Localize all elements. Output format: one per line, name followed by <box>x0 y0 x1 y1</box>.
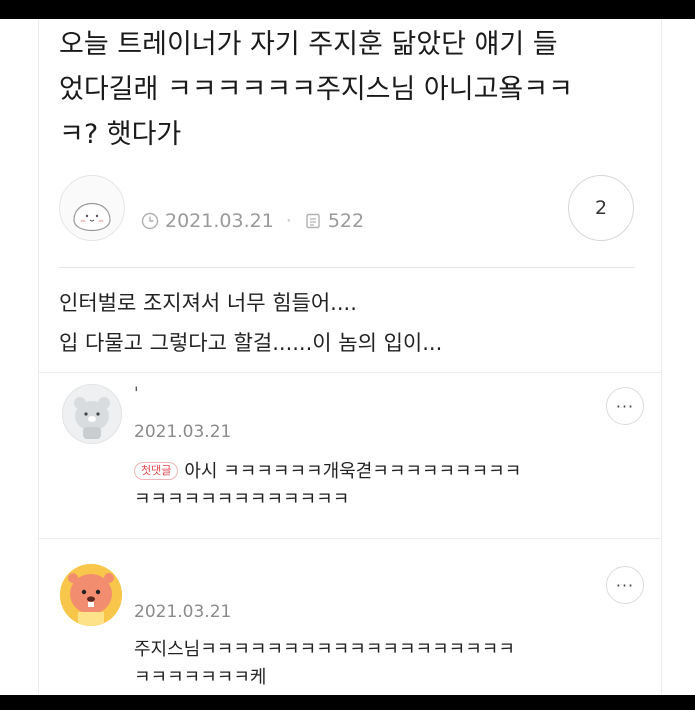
comment-text-2-line-1: 주지스님ㅋㅋㅋㅋㅋㅋㅋㅋㅋㅋㅋㅋㅋㅋㅋㅋㅋㅋㅋ <box>134 639 515 660</box>
comment-count-button[interactable]: 2 <box>568 175 634 241</box>
more-icon[interactable]: ··· <box>606 566 644 604</box>
post-title-line-3: ㅋ? 햇다가 <box>59 119 182 150</box>
author-avatar-illustration <box>73 203 111 232</box>
comment-separator <box>38 372 662 373</box>
comment-text-2-line-2: ㅋㅋㅋㅋㅋㅋㅋ케 <box>134 667 267 688</box>
post-title-line-1: 오늘 트레이너가 자기 주지훈 닮았단 얘기 들 <box>59 29 558 60</box>
comment-date-1: 2021.03.21 <box>134 422 232 442</box>
more-icon[interactable]: ··· <box>606 387 644 425</box>
clock-icon <box>141 212 159 230</box>
post-divider <box>59 267 635 268</box>
top-black-bar <box>0 0 695 19</box>
first-comment-badge: 첫댓글 <box>134 462 179 480</box>
post-title: 오늘 트레이너가 자기 주지훈 닮았단 얘기 들 었다길래 ㅋㅋㅋㅋㅋㅋ주지스님… <box>59 22 639 157</box>
comment-text-1-line-1: 아시 ㅋㅋㅋㅋㅋㅋ개욱겯ㅋㅋㅋㅋㅋㅋㅋㅋㅋ <box>184 461 522 482</box>
beaver-avatar-illustration <box>60 564 122 626</box>
comment-text-1: 첫댓글 아시 ㅋㅋㅋㅋㅋㅋ개욱겯ㅋㅋㅋㅋㅋㅋㅋㅋㅋ ㅋㅋㅋㅋㅋㅋㅋㅋㅋㅋㅋㅋㅋ <box>134 458 634 514</box>
post-meta: 2021.03.21 · 522 <box>141 210 364 232</box>
comment-avatar-1[interactable] <box>62 384 122 444</box>
post-body-line-2: 입 다물고 그렇다고 할걸......이 놈의 입이... <box>59 331 443 355</box>
meta-separator: · <box>285 210 292 232</box>
bear-avatar-illustration <box>74 397 110 439</box>
comment-date-2: 2021.03.21 <box>134 602 232 622</box>
post-body: 인터벌로 조지져서 너무 힘들어.... 입 다물고 그렇다고 할걸......… <box>59 283 639 363</box>
author-avatar[interactable] <box>59 175 125 241</box>
comment-text-2: 주지스님ㅋㅋㅋㅋㅋㅋㅋㅋㅋㅋㅋㅋㅋㅋㅋㅋㅋㅋㅋ ㅋㅋㅋㅋㅋㅋㅋ케 <box>134 636 634 692</box>
post-title-line-2: 었다길래 ㅋㅋㅋㅋㅋㅋ주지스님 아니고욬ㅋㅋ <box>59 74 573 105</box>
post-date: 2021.03.21 <box>165 210 274 232</box>
bottom-black-bar <box>0 695 695 710</box>
comment-author-1: ' <box>134 384 139 404</box>
comment-avatar-2[interactable] <box>60 564 122 626</box>
view-count: 522 <box>327 210 365 232</box>
document-icon <box>304 212 322 230</box>
comment-text-1-line-2: ㅋㅋㅋㅋㅋㅋㅋㅋㅋㅋㅋㅋㅋ <box>134 489 350 510</box>
post-body-line-1: 인터벌로 조지져서 너무 힘들어.... <box>59 291 357 315</box>
comment-separator <box>38 538 662 539</box>
